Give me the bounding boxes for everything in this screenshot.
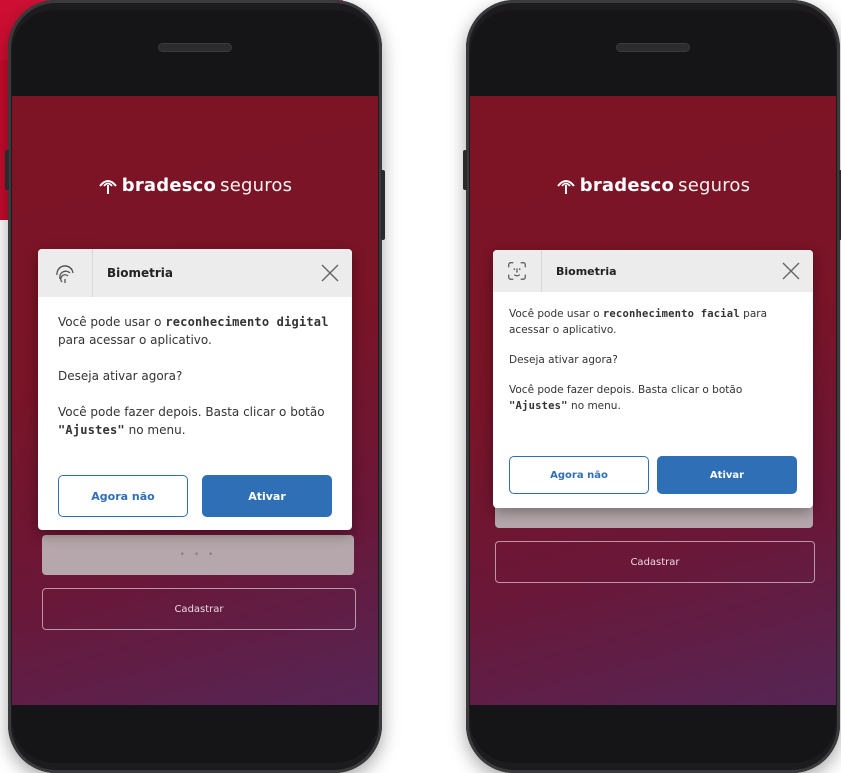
- register-button-label: Cadastrar: [174, 603, 224, 615]
- dialog-later-hint: Você pode fazer depois. Basta clicar o b…: [58, 405, 325, 437]
- brand-name-light: seguros: [678, 175, 751, 196]
- dialog-message: Você pode usar o reconhecimento facial p…: [509, 308, 768, 336]
- highlight-digital: reconhecimento digital: [165, 315, 329, 329]
- bradesco-seguros-logo: bradesco seguros: [12, 175, 378, 196]
- fingerprint-icon: [56, 265, 74, 283]
- dialog-later-hint: Você pode fazer depois. Basta clicar o b…: [509, 384, 743, 412]
- close-icon[interactable]: [318, 261, 342, 285]
- dialog-icon-box: [38, 249, 93, 297]
- register-button[interactable]: Cadastrar: [495, 541, 815, 583]
- dialog-body: Você pode usar o reconhecimento facial p…: [493, 292, 813, 414]
- close-icon[interactable]: [779, 259, 803, 283]
- dialog-header: Biometria: [493, 250, 813, 292]
- dialog-question: Deseja ativar agora?: [58, 369, 183, 383]
- brand-name-bold: bradesco: [579, 175, 675, 196]
- left-phone: bradesco seguros • • • Cadastrar Biometr…: [5, 0, 385, 773]
- right-phone: bradesco seguros • • • Cadastrar Biometr…: [463, 0, 841, 773]
- dialog-title: Biometria: [556, 264, 617, 278]
- dialog-header: Biometria: [38, 249, 352, 297]
- brand-name-light: seguros: [220, 175, 293, 196]
- top-bezel: [470, 10, 836, 96]
- dialog-question: Deseja ativar agora?: [509, 354, 618, 366]
- register-button[interactable]: Cadastrar: [42, 588, 356, 630]
- bradesco-tree-icon: [556, 179, 575, 194]
- ajustes-highlight: "Ajustes": [58, 423, 125, 437]
- dialog-body: Você pode usar o reconhecimento digital …: [38, 297, 352, 439]
- register-button-label: Cadastrar: [630, 556, 680, 568]
- not-now-button[interactable]: Agora não: [58, 475, 188, 517]
- dialog-title: Biometria: [107, 266, 174, 280]
- speaker-grille: [159, 44, 231, 51]
- highlight-facial: reconhecimento facial: [602, 308, 740, 320]
- loading-button: • • •: [42, 535, 354, 575]
- right-phone-screen: bradesco seguros • • • Cadastrar Biometr…: [470, 10, 836, 763]
- bottom-bezel: [470, 705, 836, 763]
- face-id-icon: [508, 262, 526, 280]
- not-now-button[interactable]: Agora não: [509, 456, 649, 494]
- activate-button[interactable]: Ativar: [202, 475, 332, 517]
- left-phone-screen: bradesco seguros • • • Cadastrar Biometr…: [12, 10, 378, 763]
- loading-dots: • • •: [179, 550, 217, 560]
- dialog-buttons: Agora não Ativar: [509, 456, 797, 494]
- ajustes-highlight: "Ajustes": [509, 400, 568, 412]
- dialog-buttons: Agora não Ativar: [58, 475, 332, 517]
- biometria-dialog: Biometria Você pode usar o reconheciment…: [493, 250, 813, 508]
- top-bezel: [12, 10, 378, 96]
- bradesco-seguros-logo: bradesco seguros: [470, 175, 836, 196]
- activate-button[interactable]: Ativar: [657, 456, 797, 494]
- speaker-grille: [617, 44, 689, 51]
- biometria-dialog: Biometria Você pode usar o reconheciment…: [38, 249, 352, 530]
- dialog-icon-box: [493, 250, 542, 292]
- brand-name-bold: bradesco: [121, 175, 217, 196]
- bradesco-tree-icon: [98, 179, 117, 194]
- bottom-bezel: [12, 705, 378, 763]
- dialog-message: Você pode usar o reconhecimento digital …: [58, 315, 329, 347]
